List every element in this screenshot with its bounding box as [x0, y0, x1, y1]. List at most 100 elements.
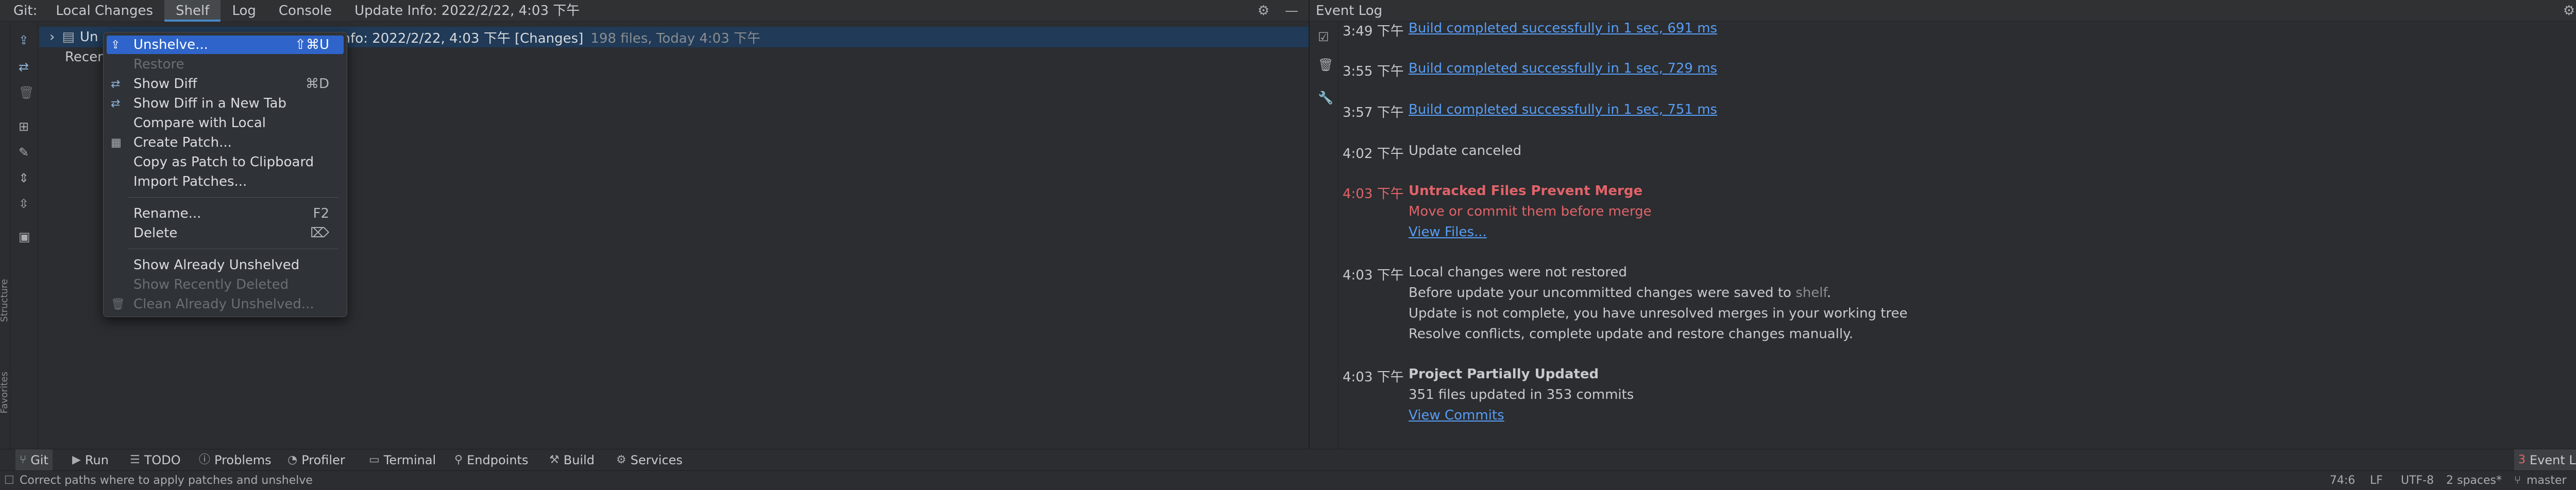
event-time: 3:49 下午: [1343, 24, 1404, 39]
shelf-item-meta: 198 files, Today 4:03 下午: [590, 30, 761, 46]
indent-setting[interactable]: 2 spaces*: [2446, 471, 2502, 490]
minimize-icon[interactable]: —: [1285, 3, 1298, 19]
menu-item-create-patch[interactable]: ▦ Create Patch...: [107, 133, 344, 152]
menu-item-import-patches[interactable]: Import Patches...: [107, 172, 344, 191]
menu-item-compare-with-local[interactable]: Compare with Local: [107, 114, 344, 132]
menu-item-show-diff-new-tab[interactable]: ⇄ Show Diff in a New Tab: [107, 94, 344, 113]
todo-icon: ☰: [130, 453, 140, 466]
event-time: 3:57 下午: [1343, 105, 1404, 120]
structure-tool-button[interactable]: Structure: [0, 279, 10, 322]
event-link[interactable]: Build completed successfully in 1 sec, 7…: [1409, 61, 1717, 76]
menu-item-show-recently-deleted[interactable]: Show Recently Deleted: [107, 275, 344, 294]
build-tool-button[interactable]: ⚒ Build: [545, 449, 599, 471]
menu-item-clean-already-unshelved[interactable]: 🗑 Clean Already Unshelved...: [107, 295, 344, 313]
event-message: Update canceled: [1409, 143, 1522, 159]
view-commits-link[interactable]: View Commits: [1409, 408, 1504, 423]
event-time: 3:55 下午: [1343, 64, 1404, 79]
terminal-icon: ▭: [369, 453, 380, 466]
expand-all-icon[interactable]: ⇕: [19, 171, 29, 185]
settings-wrench-icon[interactable]: 🔧: [1318, 91, 1333, 105]
collapse-all-icon[interactable]: ⇳: [19, 197, 29, 211]
menu-item-show-diff[interactable]: ⇄ Show Diff ⌘D: [107, 75, 344, 93]
delete-icon[interactable]: 🗑: [19, 85, 34, 100]
menu-item-show-already-unshelved[interactable]: Show Already Unshelved: [107, 256, 344, 274]
event-link[interactable]: Build completed successfully in 1 sec, 6…: [1409, 21, 1717, 36]
todo-tool-button[interactable]: ☰ TODO: [126, 449, 185, 471]
caret-position[interactable]: 74:6: [2330, 471, 2355, 490]
services-tool-button[interactable]: ⚙ Services: [612, 449, 687, 471]
left-tool-strip: Structure Favorites: [0, 22, 10, 449]
git-tool-window-header: Git: Local Changes Shelf Log Console Upd…: [0, 0, 1309, 22]
diff-tab-icon: ⇄: [111, 97, 121, 110]
event-count-badge: 3: [2518, 453, 2526, 466]
event-time: 4:03 下午: [1343, 268, 1404, 283]
menu-separator: [128, 197, 338, 198]
git-tool-button[interactable]: ⑂ Git: [15, 449, 53, 471]
problems-tool-button[interactable]: ⓘ Problems: [195, 449, 276, 471]
event-log-title: Event Log: [1316, 3, 1383, 19]
shelf-link[interactable]: shelf: [1795, 285, 1827, 301]
menu-item-unshelve[interactable]: ⇪ Unshelve... ⇧⌘U: [107, 36, 344, 54]
tab-shelf[interactable]: Shelf: [164, 0, 221, 22]
problems-icon: ⓘ: [199, 453, 211, 466]
event-log-toolbar: ☑ 🗑 🔧: [1310, 22, 1338, 449]
git-branch-icon: ⑂: [20, 453, 27, 466]
gear-icon[interactable]: ⚙: [1258, 3, 1269, 19]
event-log-tool-button[interactable]: 3 Event Log: [2514, 449, 2576, 471]
unshelve-icon[interactable]: ⇪: [19, 33, 29, 47]
tab-log[interactable]: Log: [221, 0, 267, 22]
event-message: Update is not complete, you have unresol…: [1409, 306, 1908, 321]
event-log-header: Event Log ⚙ —: [1310, 0, 2576, 22]
status-message: Correct paths where to apply patches and…: [20, 474, 313, 487]
profiler-tool-button[interactable]: ◔ Profiler: [283, 449, 349, 471]
line-separator[interactable]: LF: [2370, 471, 2383, 490]
build-icon: ⚒: [549, 453, 560, 466]
git-branch-icon: ⑂: [2514, 474, 2521, 487]
clear-icon[interactable]: 🗑: [1318, 58, 1333, 72]
menu-item-delete[interactable]: Delete ⌦: [107, 224, 344, 242]
run-tool-button[interactable]: ▶ Run: [68, 449, 113, 471]
endpoints-icon: ⚲: [454, 453, 463, 466]
group-by-icon[interactable]: ⊞: [19, 119, 29, 134]
gear-icon[interactable]: ⚙: [2563, 3, 2575, 19]
recently-deleted-node[interactable]: Recen: [65, 49, 106, 65]
status-checkbox-icon[interactable]: ☐: [4, 471, 14, 490]
shelf-item-name-prefix: Un: [79, 29, 98, 45]
shelf-toolbar: ⇪ ⇄ 🗑 ⊞ ✎ ⇕ ⇳ ▣: [11, 22, 38, 449]
chevron-right-icon[interactable]: ›: [39, 29, 62, 45]
menu-item-copy-as-patch[interactable]: Copy as Patch to Clipboard: [107, 153, 344, 171]
tool-window-bar: ⑂ Git ▶ Run ☰ TODO ⓘ Problems ◔ Profiler…: [0, 449, 2576, 471]
unshelve-icon: ⇪: [111, 38, 121, 51]
event-title: Project Partially Updated: [1409, 366, 1599, 382]
menu-item-rename[interactable]: Rename... F2: [107, 204, 344, 223]
event-title: Local changes were not restored: [1409, 265, 1628, 280]
event-message: Move or commit them before merge: [1409, 204, 1652, 219]
profiler-icon: ◔: [287, 453, 298, 466]
event-link[interactable]: Build completed successfully in 1 sec, 7…: [1409, 102, 1717, 117]
tab-update-info[interactable]: Update Info: 2022/2/22, 4:03 下午: [343, 0, 591, 22]
view-files-link[interactable]: View Files...: [1409, 224, 1487, 240]
event-time: 4:02 下午: [1343, 146, 1404, 162]
event-message: Resolve conflicts, complete update and r…: [1409, 326, 1854, 342]
favorites-tool-button[interactable]: Favorites: [0, 372, 10, 413]
event-time: 4:03 下午: [1343, 370, 1404, 385]
event-message: Before update your uncommitted changes w…: [1409, 285, 1831, 301]
git-branch[interactable]: master: [2527, 471, 2567, 490]
preview-icon[interactable]: ▣: [19, 230, 30, 244]
file-encoding[interactable]: UTF-8: [2401, 471, 2434, 490]
event-time: 4:03 下午: [1343, 186, 1404, 202]
menu-item-restore[interactable]: Restore: [107, 55, 344, 74]
patch-icon: ▦: [111, 136, 122, 149]
status-bar: ☐ Correct paths where to apply patches a…: [0, 470, 2576, 490]
mark-read-icon[interactable]: ☑: [1318, 30, 1329, 44]
shelf-context-menu: ⇪ Unshelve... ⇧⌘U Restore ⇄ Show Diff ⌘D…: [103, 32, 347, 317]
services-icon: ⚙: [616, 453, 626, 466]
terminal-tool-button[interactable]: ▭ Terminal: [365, 449, 440, 471]
tab-console[interactable]: Console: [267, 0, 343, 22]
endpoints-tool-button[interactable]: ⚲ Endpoints: [450, 449, 532, 471]
tab-local-changes[interactable]: Local Changes: [44, 0, 164, 22]
clean-icon[interactable]: ✎: [19, 145, 29, 160]
show-diff-icon[interactable]: ⇄: [19, 60, 29, 74]
trash-icon: 🗑: [111, 297, 125, 311]
git-tool-window-title: Git:: [13, 3, 38, 19]
